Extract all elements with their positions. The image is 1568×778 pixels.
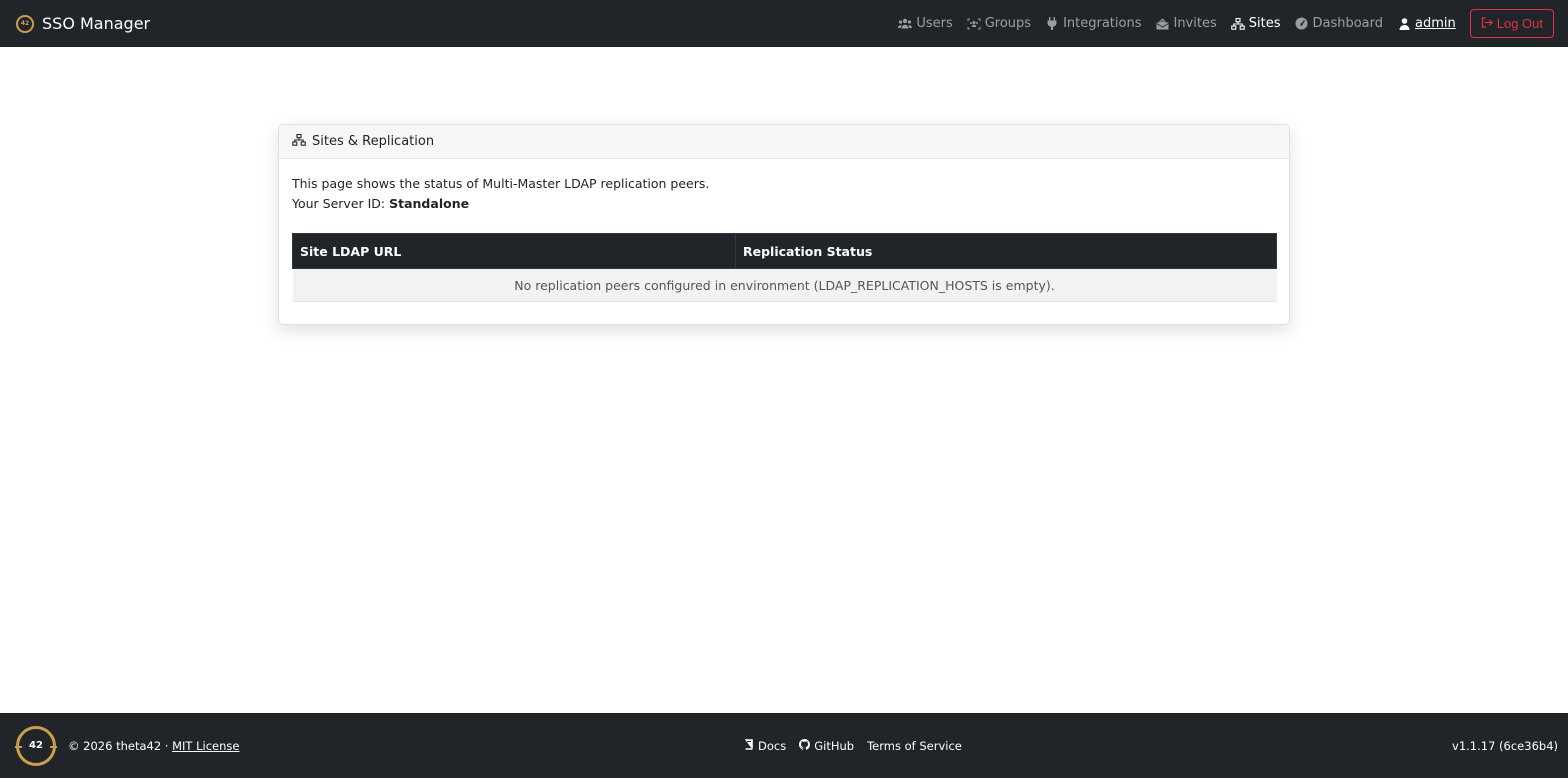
brand-name: SSO Manager [42,14,151,33]
empty-message: No replication peers configured in envir… [292,268,1277,302]
server-id-value: Standalone [389,196,470,211]
user-icon [1397,17,1411,30]
replication-table: Site LDAP URL Replication Status No repl… [292,233,1277,302]
footer-links: Docs GitHub Terms of Service [744,738,962,753]
server-id-label: Your Server ID: [292,196,390,211]
plug-icon [1045,17,1059,30]
footer: 42 © 2026 theta42 · MIT License Docs Git… [0,713,1568,778]
github-icon [799,738,811,753]
footer-copyright-block: © 2026 theta42 · MIT License [68,739,239,753]
card-title: Sites & Replication [312,134,435,149]
copyright-text: © 2026 theta42 · [68,738,169,753]
network-icon [1230,17,1245,30]
description-line: This page shows the status of Multi-Mast… [292,176,710,191]
users-icon [898,18,913,29]
footer-left: 42 © 2026 theta42 · MIT License [15,725,239,766]
book-icon [744,738,754,753]
nav-link-label: Sites [1248,16,1281,31]
version-label: v1.1.17 (6ce36b4) [1452,738,1558,753]
envelope-open-icon [1155,18,1169,30]
nav-link-label: Dashboard [1312,16,1383,31]
nav-link-users[interactable]: Users [898,16,953,31]
brand[interactable]: 42 SSO Manager [16,14,150,33]
license-link[interactable]: MIT License [172,739,239,753]
username: admin [1415,16,1456,31]
nav-link-groups[interactable]: Groups [967,16,1031,31]
nav-link-integrations[interactable]: Integrations [1045,16,1141,31]
nav-links: Users Groups Integrations Invites Sites [898,9,1554,38]
brand-logo-icon: 42 [16,14,34,33]
logout-button[interactable]: Log Out [1469,9,1554,38]
table-row: No replication peers configured in envir… [292,268,1277,302]
sites-card: Sites & Replication This page shows the … [278,124,1290,325]
docs-link[interactable]: Docs [744,739,786,753]
gauge-icon [1294,17,1308,30]
tos-link[interactable]: Terms of Service [867,739,962,753]
top-navbar: 42 SSO Manager Users Groups Integrations [0,0,1568,47]
nav-link-user[interactable]: admin [1397,16,1456,31]
github-link[interactable]: GitHub [799,738,855,753]
column-header-site-url: Site LDAP URL [292,233,736,269]
description: This page shows the status of Multi-Mast… [292,174,1276,214]
nav-link-label: Users [916,16,953,31]
nav-link-label: Groups [984,16,1032,31]
logout-icon [1481,16,1493,31]
nav-link-sites[interactable]: Sites [1230,16,1281,31]
footer-logo-text: 42 [29,740,43,751]
logout-label: Log Out [1496,16,1543,31]
nav-link-invites[interactable]: Invites [1155,16,1217,31]
nav-link-dashboard[interactable]: Dashboard [1294,16,1383,31]
network-icon [292,133,306,149]
nav-link-label: Integrations [1063,16,1142,31]
groups-icon [967,17,981,30]
docs-label: Docs [758,738,787,753]
column-header-status: Replication Status [735,233,1277,269]
nav-link-label: Invites [1173,16,1217,31]
github-label: GitHub [814,738,855,753]
footer-logo-icon: 42 [15,725,57,766]
card-body: This page shows the status of Multi-Mast… [279,159,1289,317]
card-header: Sites & Replication [279,125,1289,159]
table-header-row: Site LDAP URL Replication Status [292,233,1277,269]
server-id-line: Your Server ID: Standalone [292,194,1276,214]
